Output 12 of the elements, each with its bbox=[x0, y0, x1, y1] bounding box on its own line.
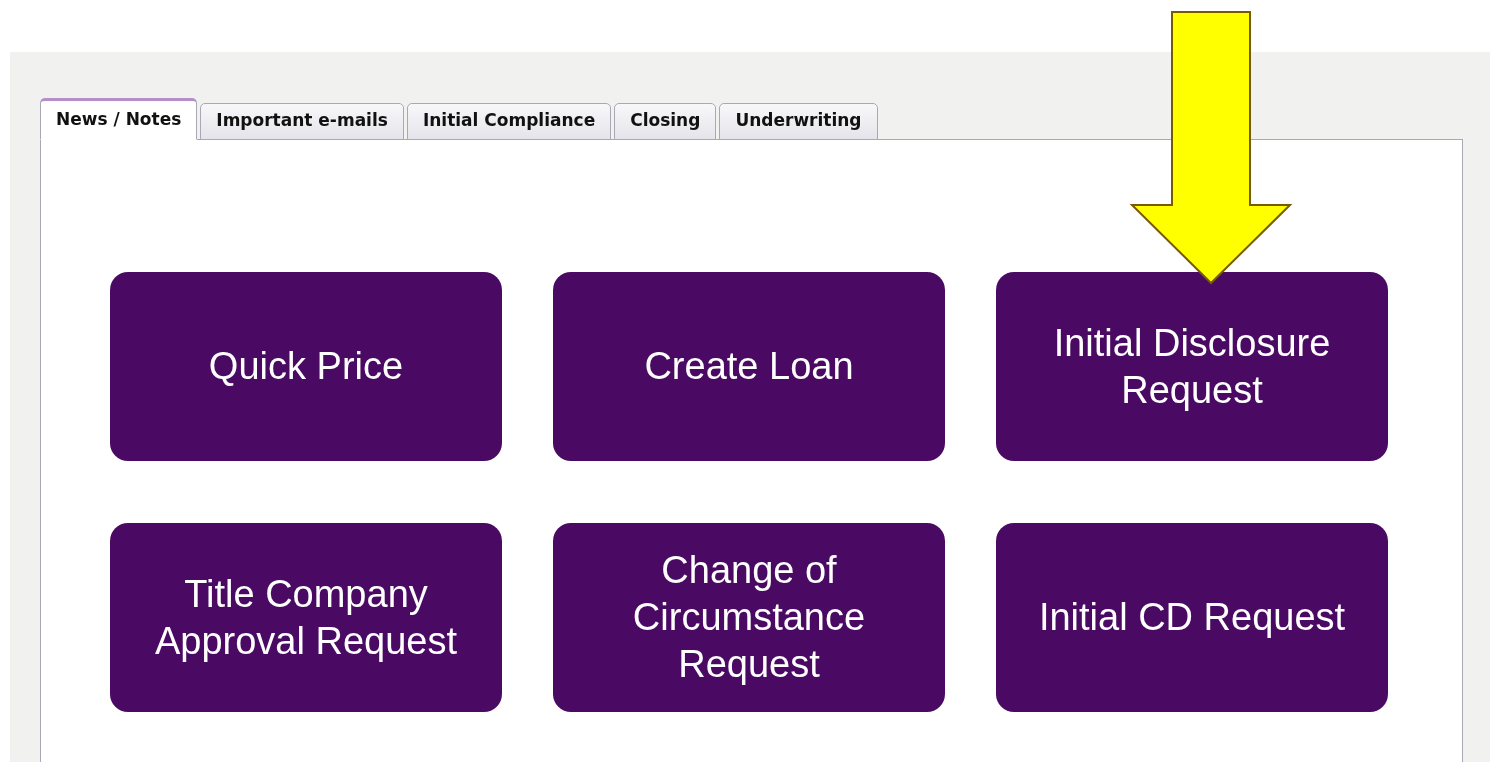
down-arrow-icon bbox=[1129, 11, 1293, 285]
tab[interactable]: News / Notes bbox=[40, 98, 198, 140]
action-button[interactable]: Change of Circumstance Request bbox=[553, 523, 945, 712]
action-button[interactable]: Initial Disclosure Request bbox=[996, 272, 1388, 461]
tab[interactable]: Closing bbox=[614, 103, 717, 140]
action-button[interactable]: Quick Price bbox=[110, 272, 502, 461]
action-button[interactable]: Title Company Approval Request bbox=[110, 523, 502, 712]
tab[interactable]: Initial Compliance bbox=[406, 103, 612, 140]
tab[interactable]: Important e-mails bbox=[200, 103, 404, 140]
action-button[interactable]: Initial CD Request bbox=[996, 523, 1388, 712]
action-button[interactable]: Create Loan bbox=[553, 272, 945, 461]
tab[interactable]: Underwriting bbox=[719, 103, 878, 140]
